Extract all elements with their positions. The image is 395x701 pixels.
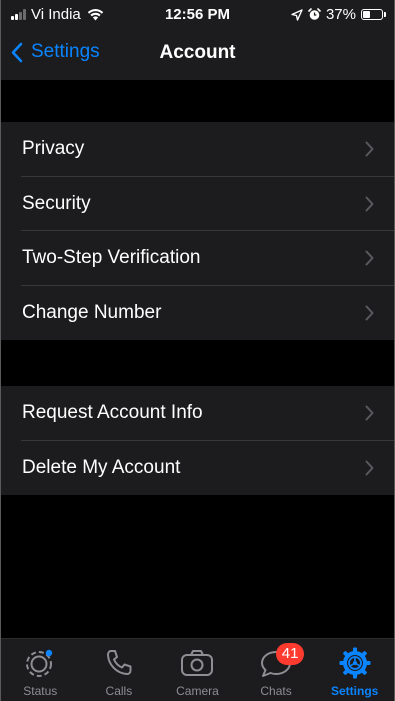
camera-icon <box>181 650 214 676</box>
battery-percent: 37% <box>325 6 356 23</box>
chevron-right-icon <box>365 196 374 212</box>
row-label: Request Account Info <box>22 402 203 424</box>
row-security[interactable]: Security <box>1 177 394 232</box>
tab-label: Chats <box>260 684 292 698</box>
tab-status[interactable]: Status <box>1 639 80 701</box>
row-label: Privacy <box>22 138 85 160</box>
chevron-left-icon <box>11 42 23 62</box>
battery-level <box>363 11 371 18</box>
location-arrow-icon <box>291 8 303 21</box>
alarm-icon <box>308 8 321 20</box>
tab-label: Camera <box>176 684 219 698</box>
unread-badge: 41 <box>276 643 305 665</box>
tab-calls[interactable]: Calls <box>80 639 159 701</box>
tab-settings[interactable]: Settings <box>315 639 394 701</box>
status-bar: Vi India 12:56 PM 37% <box>1 0 394 30</box>
chevron-right-icon <box>365 141 374 157</box>
tab-label: Status <box>23 684 58 698</box>
status-right: 37% <box>291 6 386 23</box>
gear-icon <box>339 647 371 679</box>
tab-label: Settings <box>331 684 379 698</box>
row-two-step-verification[interactable]: Two-Step Verification <box>1 231 394 286</box>
navigation-bar: Settings Account <box>1 30 394 80</box>
chevron-right-icon <box>365 460 374 476</box>
phone-icon <box>106 650 132 675</box>
chevron-right-icon <box>365 305 374 321</box>
battery-icon <box>361 9 383 20</box>
battery-tip <box>384 12 386 17</box>
chevron-right-icon <box>365 250 374 266</box>
back-button[interactable]: Settings <box>11 41 100 63</box>
account-data-group: Request Account Info Delete My Account <box>1 386 394 495</box>
tab-bar: Status Calls Camera 41 Chats Settings <box>1 638 394 701</box>
row-label: Delete My Account <box>22 456 181 478</box>
account-options-group: Privacy Security Two-Step Verification C… <box>1 122 394 340</box>
tab-label: Calls <box>105 684 133 698</box>
settings-list: Privacy Security Two-Step Verification C… <box>1 80 394 639</box>
row-label: Two-Step Verification <box>22 247 201 269</box>
row-delete-my-account[interactable]: Delete My Account <box>1 441 394 496</box>
row-change-number[interactable]: Change Number <box>1 286 394 341</box>
back-button-label: Settings <box>31 41 100 62</box>
row-privacy[interactable]: Privacy <box>1 122 394 177</box>
tab-chats[interactable]: 41 Chats <box>237 639 316 701</box>
row-label: Change Number <box>22 301 162 323</box>
row-label: Security <box>22 192 91 214</box>
row-request-account-info[interactable]: Request Account Info <box>1 386 394 441</box>
chevron-right-icon <box>365 405 374 421</box>
status-icon <box>26 649 53 677</box>
tab-camera[interactable]: Camera <box>158 639 237 701</box>
